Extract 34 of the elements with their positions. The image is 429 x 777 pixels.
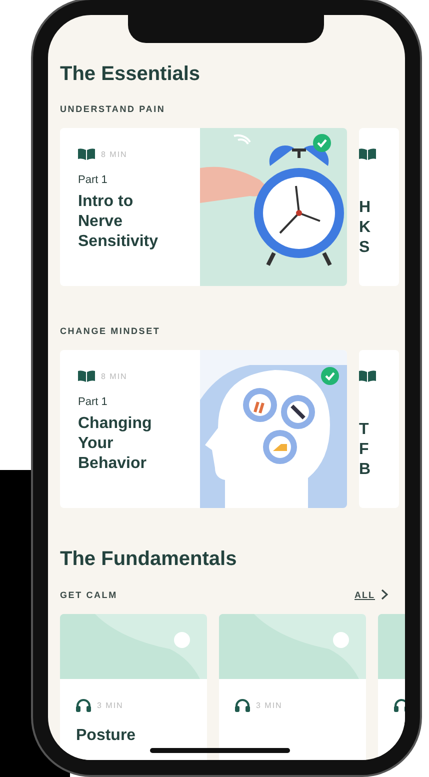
lesson-title: S (359, 238, 371, 258)
lesson-card[interactable]: H K S (359, 128, 399, 286)
chevron-right-icon[interactable] (381, 589, 388, 600)
category-label: UNDERSTAND PAIN (60, 104, 166, 114)
duration-label: 3 MIN (97, 701, 124, 710)
duration-label: 8 MIN (101, 372, 128, 380)
audio-card[interactable]: 3 MIN Posture (60, 614, 207, 760)
duration-label: 8 MIN (101, 150, 128, 158)
book-icon (78, 370, 95, 382)
section-title: The Fundamentals (60, 548, 238, 571)
part-label: Part 1 (78, 396, 108, 408)
headphones-icon (235, 699, 250, 712)
lesson-card[interactable]: 8 MIN Part 1 Intro to Nerve Sensitivity (60, 128, 347, 286)
headphones-icon (76, 699, 91, 712)
duration-label: 3 MIN (256, 701, 282, 710)
lesson-title: F (359, 440, 370, 460)
headphones-icon (394, 699, 405, 712)
book-icon (78, 148, 95, 160)
category-label: CHANGE MINDSET (60, 326, 160, 336)
section-title: The Essentials (60, 63, 202, 86)
lesson-title: K (359, 218, 372, 238)
lesson-card[interactable]: T F B (359, 350, 399, 508)
book-icon (359, 148, 376, 160)
part-label: Part 1 (78, 174, 108, 186)
lesson-title: T (359, 420, 370, 440)
lesson-card[interactable]: 8 MIN Part 1 Changing Your Behavior (60, 350, 347, 508)
lesson-title: B (359, 460, 372, 480)
lesson-title: H (359, 198, 372, 218)
category-label: GET CALM (60, 590, 118, 600)
audio-title: Posture (76, 726, 137, 746)
book-icon (359, 370, 376, 382)
lesson-title: Intro to Nerve Sensitivity (78, 192, 160, 252)
all-link[interactable]: ALL (354, 590, 375, 600)
lesson-title: Changing Your Behavior (78, 414, 153, 474)
